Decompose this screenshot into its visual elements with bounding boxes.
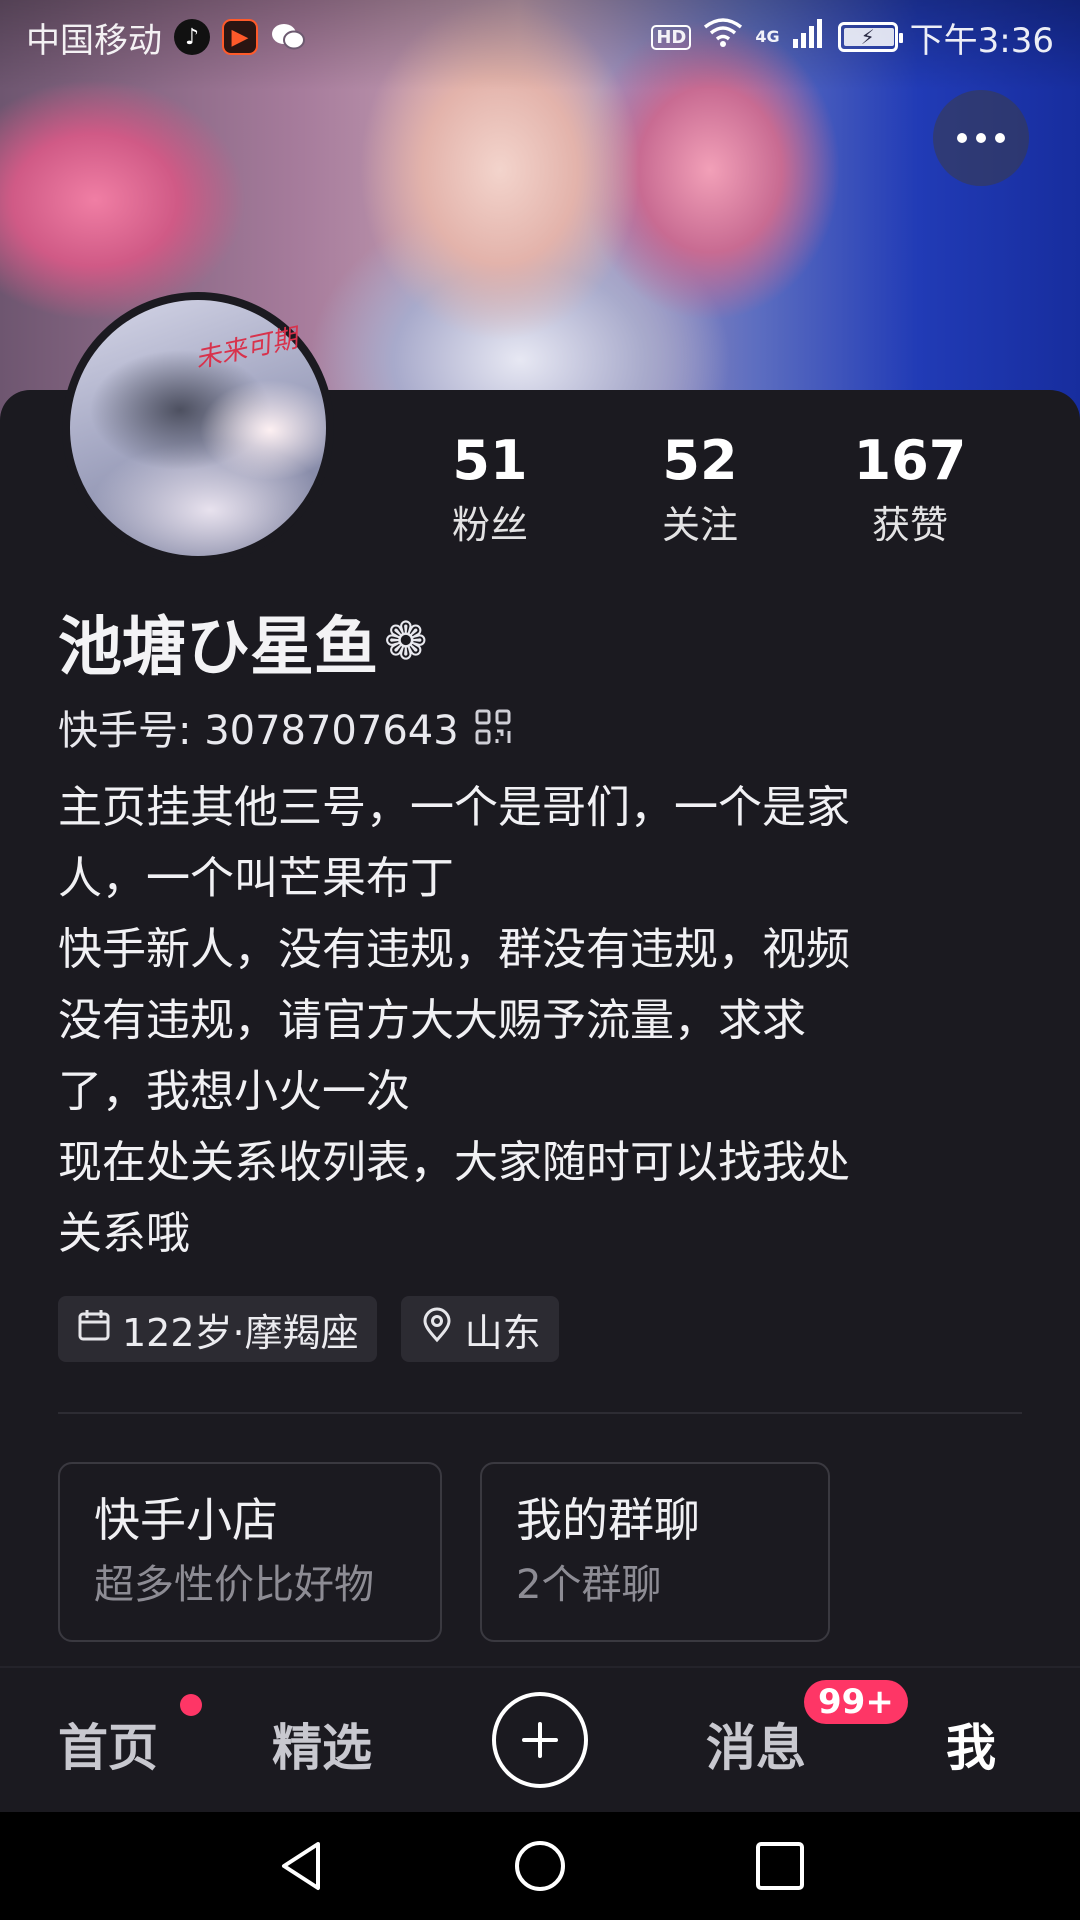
calendar-icon [76, 1307, 112, 1352]
stat-likes[interactable]: 167 获赞 [810, 430, 1010, 549]
group-chat-entry-card[interactable]: 我的群聊 2个群聊 [480, 1462, 830, 1642]
profile-screen: 中国移动 ♪ ▶ HD 4G ⚡ 下午3:36 未来可期 51 粉丝 52 关注… [0, 0, 1080, 1920]
profile-tags: 122岁·摩羯座 山东 [58, 1296, 559, 1362]
more-dots-icon [957, 133, 967, 143]
location-text: 山东 [464, 1310, 541, 1355]
bio-line: 没有违规，请官方大大赐予流量，求求 [58, 995, 806, 1046]
signal-icon [792, 17, 826, 58]
avatar-scribble: 未来可期 [192, 323, 301, 375]
user-id-row[interactable]: 快手号: 3078707643 [58, 698, 511, 756]
location-tag: 山东 [400, 1296, 559, 1362]
shop-entry-title: 快手小店 [94, 1493, 278, 1547]
more-options-button[interactable] [933, 90, 1029, 186]
publish-button[interactable] [492, 1692, 588, 1788]
clock: 下午3:36 [909, 20, 1054, 61]
shop-entry-subtitle: 超多性价比好物 [94, 1562, 374, 1608]
bio-line: 了，我想小火一次 [58, 1066, 410, 1117]
tab-home[interactable]: 首页 [58, 1708, 158, 1780]
flower-icon: ❁ [384, 612, 428, 672]
bio-line: 人，一个叫芒果布丁 [58, 853, 454, 904]
carrier-label: 中国移动 [26, 20, 162, 61]
group-chat-entry-title: 我的群聊 [516, 1493, 700, 1547]
messages-badge: 99+ [804, 1680, 908, 1724]
bio-line: 快手新人，没有违规，群没有违规，视频 [58, 924, 850, 975]
more-dot [976, 133, 986, 143]
status-bar-right: HD 4G ⚡ 下午3:36 [651, 13, 1054, 62]
network-type: 4G [755, 26, 780, 46]
location-pin-icon [419, 1307, 455, 1352]
avatar[interactable]: 未来可期 [62, 292, 334, 564]
tab-featured[interactable]: 精选 [272, 1708, 372, 1780]
following-count: 52 [662, 429, 738, 492]
age-sign-text: 122岁·摩羯座 [122, 1310, 359, 1355]
wechat-icon [270, 19, 306, 55]
qr-code-icon[interactable] [475, 709, 511, 745]
recent-apps-icon[interactable] [752, 1838, 808, 1894]
battery-charging-icon: ⚡ [837, 22, 903, 52]
following-label: 关注 [661, 503, 738, 547]
bottom-tab-bar: 首页 精选 消息 99+ 我 [0, 1666, 1080, 1812]
tab-messages[interactable]: 消息 [706, 1708, 806, 1780]
bio: 主页挂其他三号，一个是哥们，一个是家 人，一个叫芒果布丁 快手新人，没有违规，群… [58, 772, 1018, 1269]
tab-me[interactable]: 我 [946, 1708, 996, 1780]
stats-row: 51 粉丝 52 关注 167 获赞 [390, 430, 1010, 549]
tiktok-icon: ♪ [174, 19, 210, 55]
nickname: 池塘ひ星鱼 ❁ [58, 596, 428, 688]
fans-count: 51 [452, 429, 528, 492]
bio-line: 主页挂其他三号，一个是哥们，一个是家 [58, 782, 850, 833]
likes-count: 167 [853, 429, 967, 492]
stat-following[interactable]: 52 关注 [600, 430, 800, 549]
hd-badge: HD [651, 24, 692, 50]
bio-line: 关系哦 [58, 1208, 190, 1259]
entry-cards: 快手小店 超多性价比好物 我的群聊 2个群聊 [58, 1462, 830, 1642]
status-bar-left: 中国移动 ♪ ▶ [26, 13, 306, 62]
age-sign-tag: 122岁·摩羯座 [58, 1296, 377, 1362]
nickname-text: 池塘ひ星鱼 [58, 611, 378, 685]
shop-entry-card[interactable]: 快手小店 超多性价比好物 [58, 1462, 442, 1642]
wifi-icon [703, 17, 743, 58]
video-app-icon: ▶ [222, 19, 258, 55]
system-nav-bar [0, 1812, 1080, 1920]
back-icon[interactable] [274, 1838, 330, 1894]
status-bar: 中国移动 ♪ ▶ HD 4G ⚡ 下午3:36 [0, 0, 1080, 74]
group-chat-entry-subtitle: 2个群聊 [516, 1562, 662, 1608]
bio-line: 现在处关系收列表，大家随时可以找我处 [58, 1137, 850, 1188]
home-circle-icon[interactable] [512, 1838, 568, 1894]
home-notification-dot [180, 1694, 202, 1716]
plus-icon [522, 1722, 558, 1758]
likes-label: 获赞 [871, 503, 948, 547]
more-dot [995, 133, 1005, 143]
stat-fans[interactable]: 51 粉丝 [390, 430, 590, 549]
user-id-label: 快手号: 3078707643 [58, 708, 459, 754]
section-divider [58, 1412, 1022, 1414]
fans-label: 粉丝 [451, 503, 528, 547]
